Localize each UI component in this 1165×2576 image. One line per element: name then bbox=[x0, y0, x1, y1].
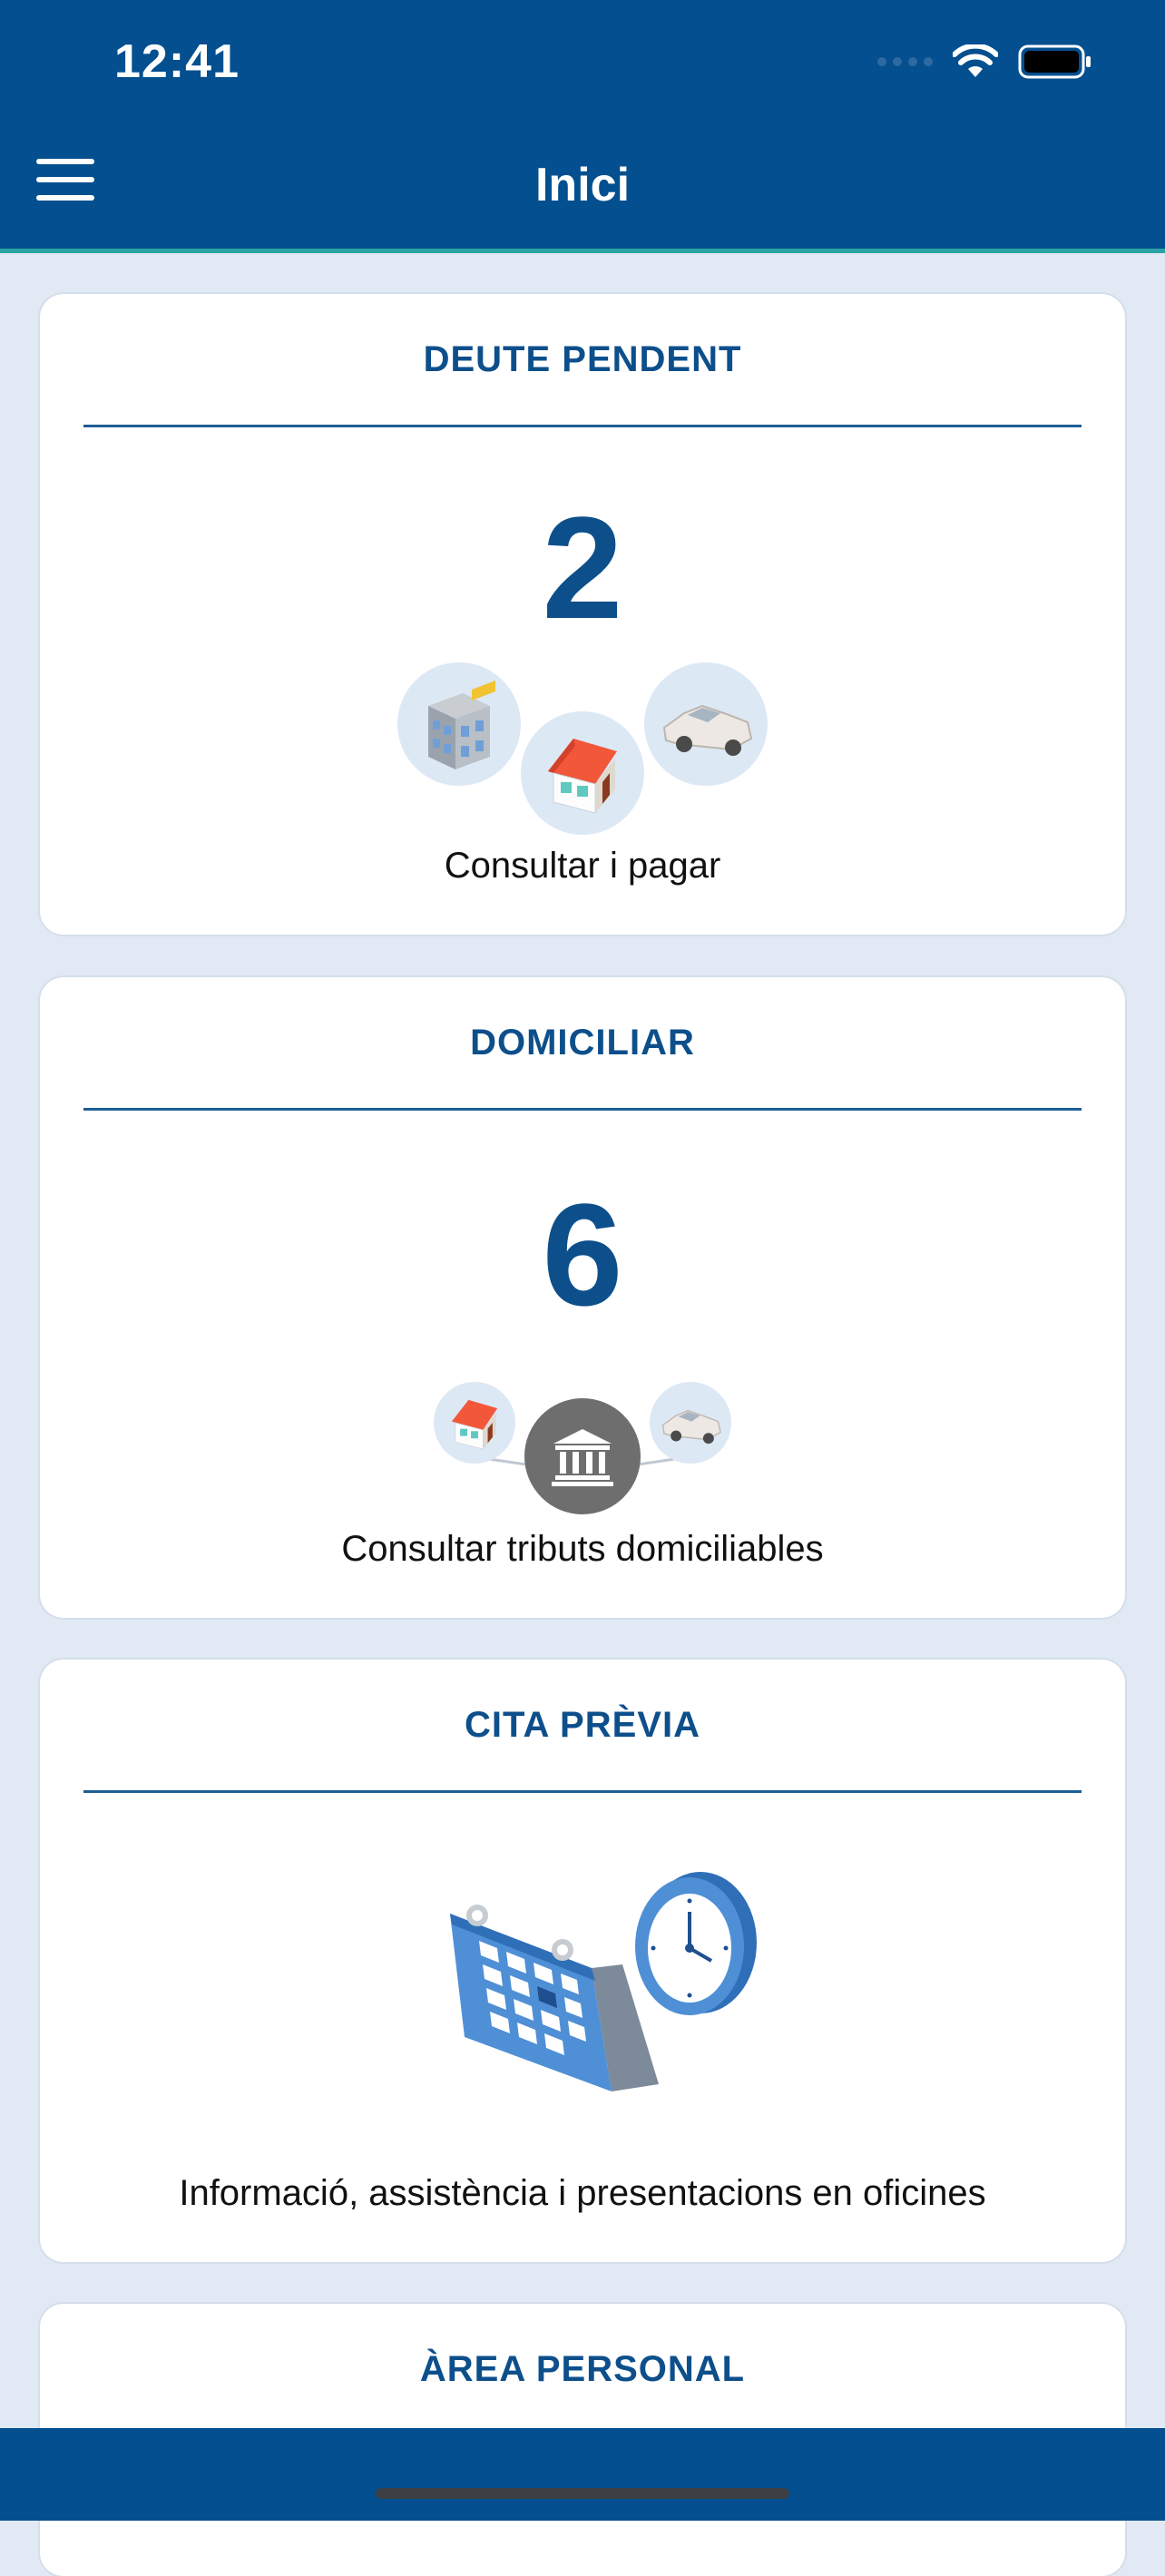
status-icons bbox=[877, 44, 1092, 80]
page-title: Inici bbox=[534, 159, 631, 211]
bank-icon bbox=[524, 1398, 641, 1514]
house-icon bbox=[434, 1382, 515, 1464]
clock-icon bbox=[635, 1872, 757, 2015]
card-deute-pendent[interactable]: DEUTE PENDENT 2 Consultar i pagar bbox=[40, 294, 1125, 935]
divider bbox=[83, 1790, 1082, 1793]
debt-count: 2 bbox=[542, 486, 623, 649]
car-icon bbox=[644, 662, 768, 786]
domiciliable-count: 6 bbox=[542, 1173, 623, 1336]
divider bbox=[83, 425, 1082, 427]
building-icon bbox=[397, 662, 521, 786]
card-domiciliar[interactable]: DOMICILIAR 6 Consultar tributs domicilia… bbox=[40, 977, 1125, 1618]
wifi-icon bbox=[953, 44, 998, 77]
house-icon bbox=[521, 711, 644, 835]
card-title: DEUTE PENDENT bbox=[423, 339, 742, 379]
card-title: ÀREA PERSONAL bbox=[419, 2349, 746, 2389]
consult-domiciliable-link[interactable]: Consultar tributs domiciliables bbox=[40, 1529, 1125, 1570]
car-icon bbox=[650, 1382, 731, 1464]
status-bar: 12:41 bbox=[0, 0, 1165, 127]
battery-icon bbox=[1018, 44, 1091, 79]
card-title: DOMICILIAR bbox=[470, 1023, 695, 1063]
status-time: 12:41 bbox=[114, 35, 240, 88]
home-indicator[interactable] bbox=[376, 2488, 789, 2499]
divider bbox=[83, 1108, 1082, 1111]
card-title: CITA PRÈVIA bbox=[465, 1705, 700, 1745]
bottom-bar bbox=[0, 2428, 1165, 2521]
info-assistance-link[interactable]: Informació, assistència i presentacions … bbox=[40, 2173, 1125, 2214]
consult-pay-link[interactable]: Consultar i pagar bbox=[40, 846, 1125, 886]
card-cita-previa[interactable]: CITA PRÈVIA Informació, assistència i pr… bbox=[40, 1660, 1125, 2262]
cellular-signal-icon bbox=[877, 57, 933, 66]
nav-bar: Inici bbox=[0, 127, 1165, 253]
